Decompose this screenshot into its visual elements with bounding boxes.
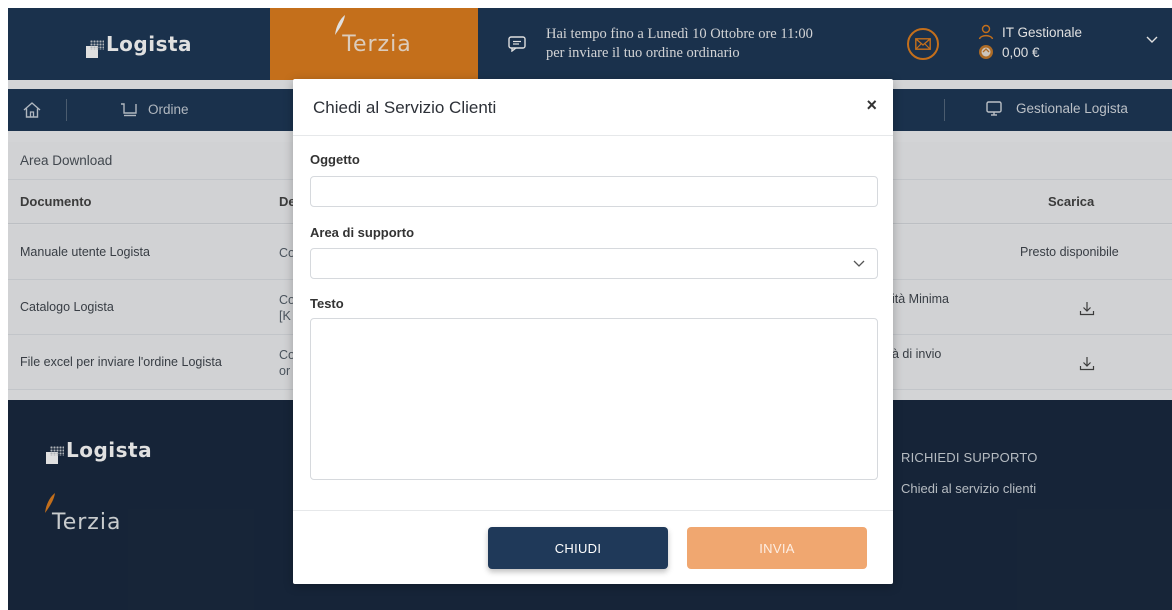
chiudi-button[interactable]: CHIUDI (488, 527, 668, 569)
modal-title: Chiedi al Servizio Clienti (313, 98, 497, 117)
customer-service-modal: Chiedi al Servizio Clienti × Oggetto Are… (293, 79, 893, 584)
chevron-down-icon (853, 260, 865, 267)
oggetto-label: Oggetto (310, 152, 360, 167)
invia-button[interactable]: INVIA (687, 527, 867, 569)
area-supporto-select[interactable] (310, 248, 878, 279)
close-icon[interactable]: × (866, 95, 877, 116)
page: Logista Terzia Hai tempo fino a Lunedì 1… (8, 8, 1172, 610)
modal-footer-divider (293, 510, 893, 511)
modal-header: Chiedi al Servizio Clienti × (293, 79, 893, 136)
area-supporto-label: Area di supporto (310, 225, 415, 240)
oggetto-input[interactable] (310, 176, 878, 207)
testo-textarea[interactable] (310, 318, 878, 480)
testo-label: Testo (310, 296, 344, 311)
